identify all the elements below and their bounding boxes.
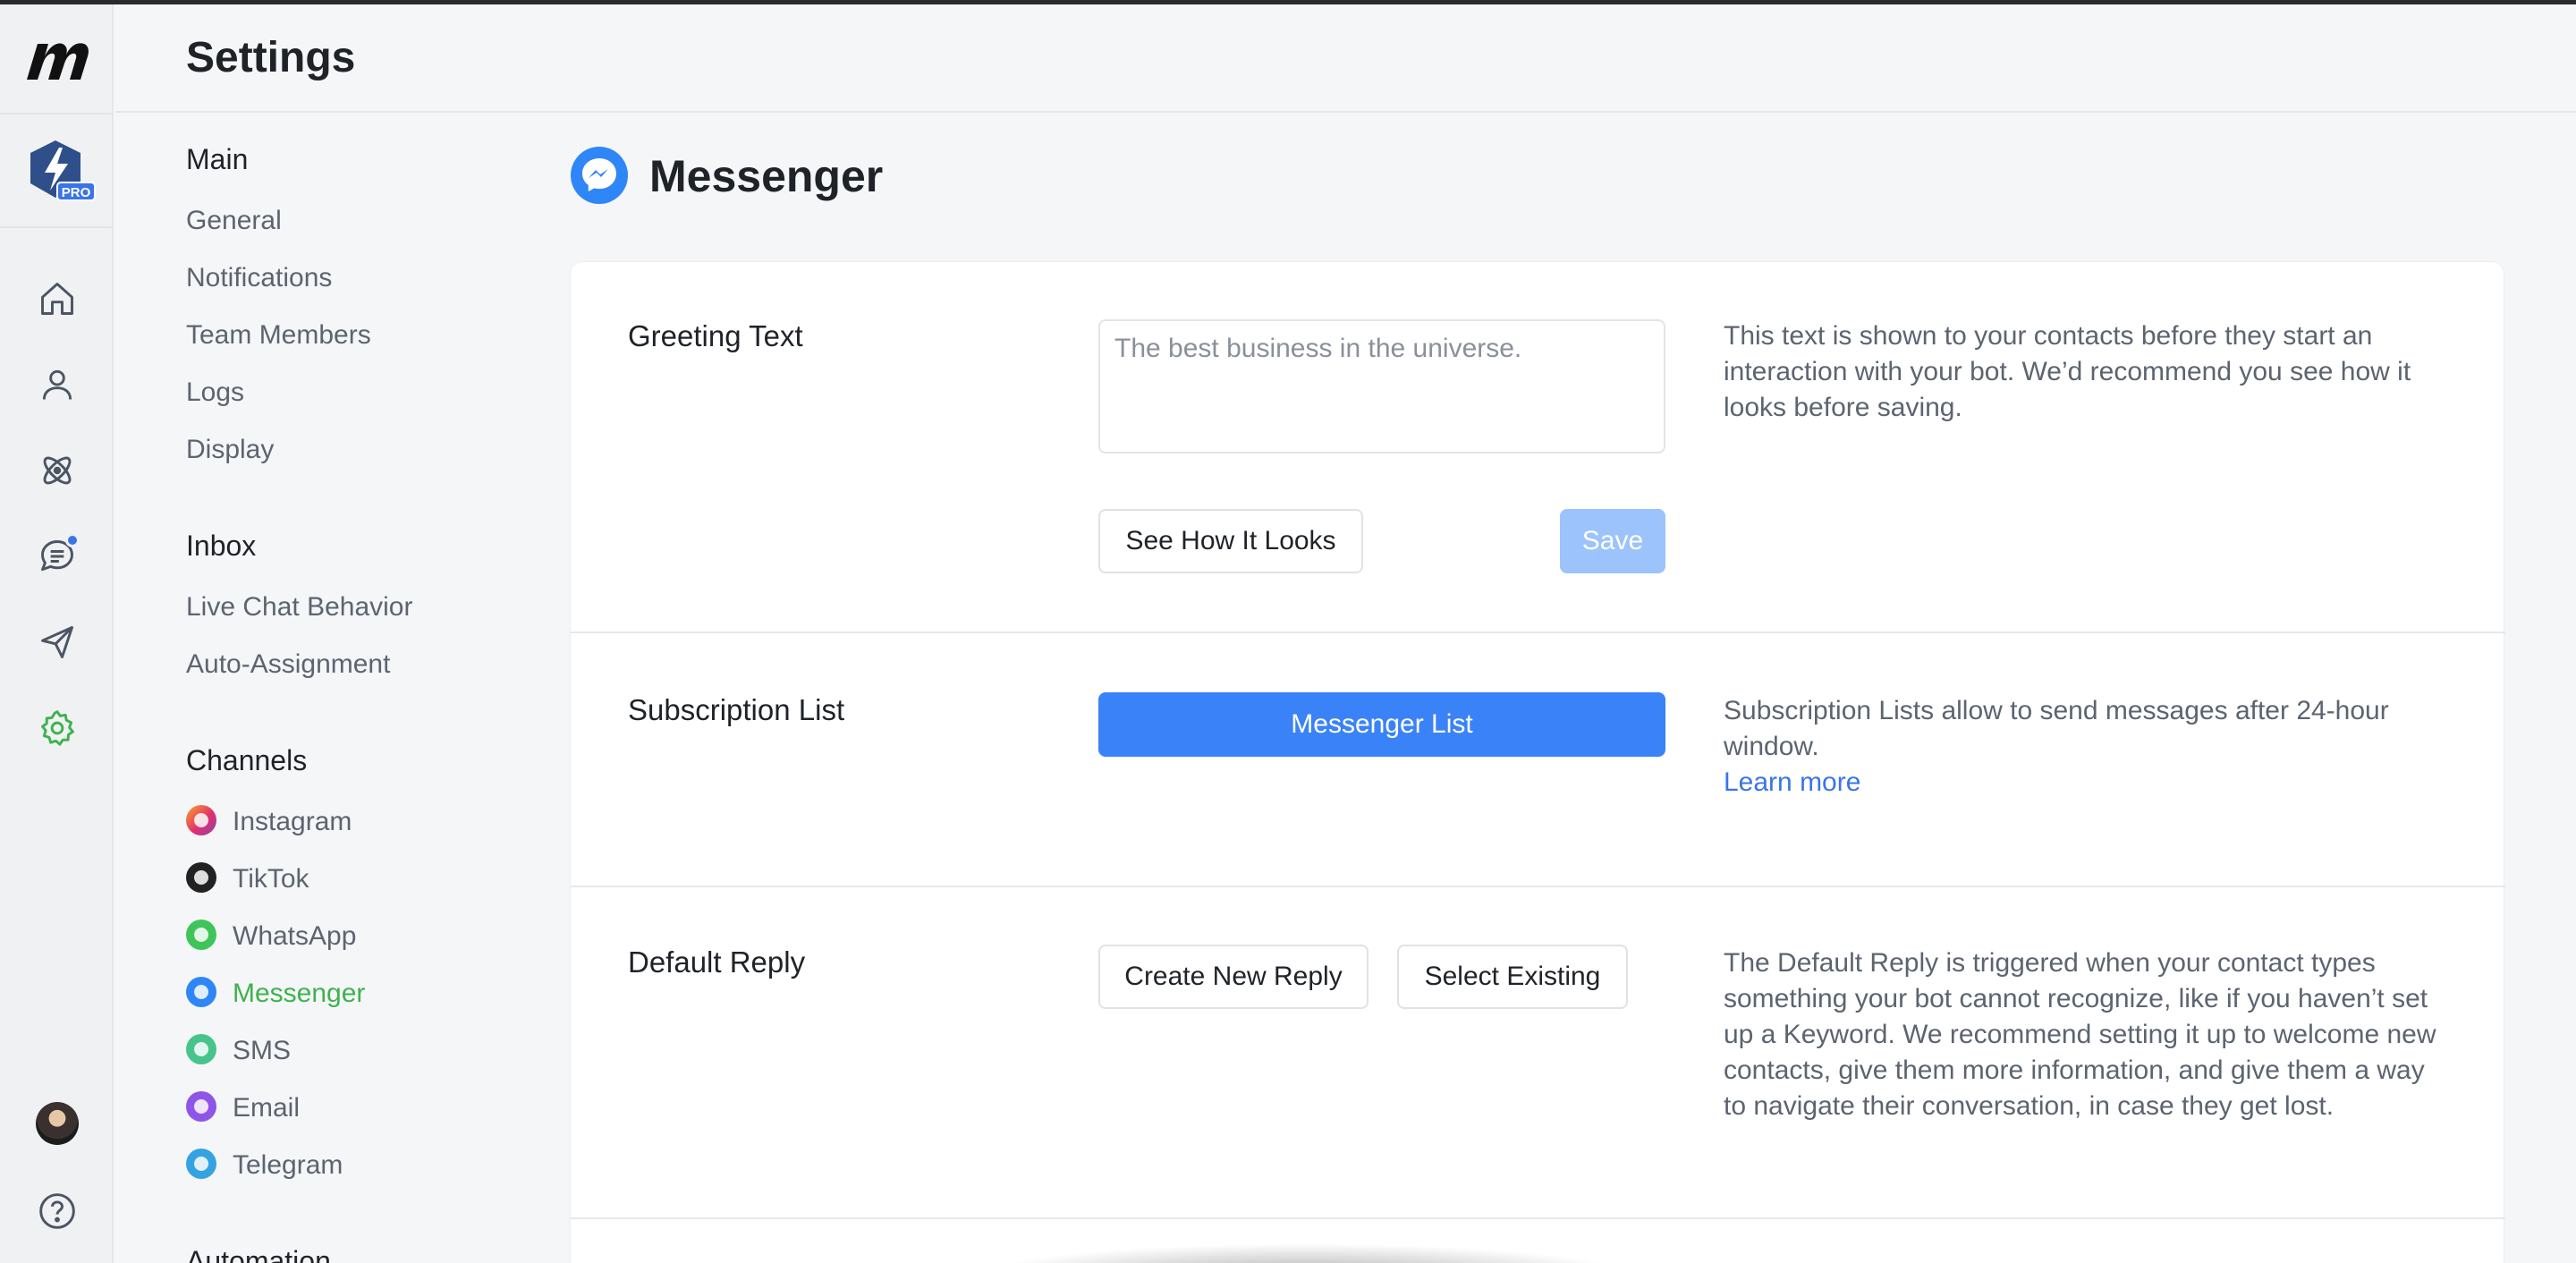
pro-badge: PRO (56, 182, 96, 201)
nav-item-label: Instagram (233, 807, 352, 836)
home-icon[interactable] (36, 277, 79, 320)
row-divider (571, 632, 2505, 633)
whatsapp-icon (186, 920, 216, 951)
nav-item-label: WhatsApp (233, 921, 357, 951)
messenger-settings-card: Greeting Text See How It Looks Save This… (570, 261, 2505, 1263)
automation-icon[interactable] (36, 449, 79, 492)
nav-item-sms[interactable]: SMS (186, 1034, 292, 1067)
nav-item-notifications[interactable]: Notifications (186, 263, 332, 293)
nav-item-label: SMS (233, 1036, 292, 1065)
nav-item-label: Telegram (233, 1150, 343, 1180)
messenger-list-button[interactable]: Messenger List (1098, 692, 1665, 757)
nav-item-live-chat-behavior[interactable]: Live Chat Behavior (186, 592, 412, 623)
messenger-icon (186, 977, 216, 1008)
nav-item-general[interactable]: General (186, 206, 282, 236)
nav-item-team-members[interactable]: Team Members (186, 320, 371, 351)
contacts-icon[interactable] (36, 363, 79, 406)
tiktok-icon (186, 862, 216, 894)
greeting-text-label: Greeting Text (628, 319, 803, 352)
subscription-list-help-text: Subscription Lists allow to send message… (1724, 696, 2389, 761)
help-icon[interactable] (36, 1190, 79, 1233)
nav-item-telegram[interactable]: Telegram (186, 1149, 343, 1182)
nav-item-label: Email (233, 1093, 301, 1123)
nav-item-messenger[interactable]: Messenger (186, 977, 366, 1010)
page-title: Settings (186, 34, 356, 81)
save-button[interactable]: Save (1560, 509, 1665, 573)
nav-group-inbox: Inbox (186, 530, 257, 562)
learn-more-link[interactable]: Learn more (1724, 765, 2439, 801)
page-header: Settings (115, 4, 2576, 113)
nav-item-instagram[interactable]: Instagram (186, 805, 352, 838)
subscription-list-help: Subscription Lists allow to send message… (1724, 693, 2439, 801)
messenger-icon (571, 147, 628, 204)
nav-item-display[interactable]: Display (186, 435, 274, 465)
create-new-reply-button[interactable]: Create New Reply (1098, 945, 1368, 1009)
icon-rail: PRO (0, 4, 114, 1263)
settings-icon[interactable] (36, 707, 79, 750)
nav-item-email[interactable]: Email (186, 1091, 301, 1124)
nav-group-automation: Automation (186, 1245, 331, 1263)
default-reply-label: Default Reply (628, 945, 806, 979)
subscription-list-label: Subscription List (628, 693, 845, 726)
nav-item-logs[interactable]: Logs (186, 377, 244, 408)
channel-title: Messenger (649, 151, 884, 201)
brand-logo-icon[interactable] (25, 38, 89, 83)
sms-icon (186, 1034, 216, 1065)
telegram-icon (186, 1149, 216, 1180)
default-reply-help: The Default Reply is triggered when your… (1724, 948, 2436, 1121)
rail-divider (0, 113, 114, 114)
row-divider (571, 886, 2505, 887)
nav-item-auto-assignment[interactable]: Auto-Assignment (186, 649, 390, 680)
notification-dot (65, 533, 80, 547)
rail-divider (0, 226, 114, 228)
nav-group-channels: Channels (186, 744, 308, 776)
greeting-text-input[interactable] (1098, 319, 1665, 453)
nav-item-label: Messenger (233, 979, 366, 1008)
select-existing-button[interactable]: Select Existing (1397, 945, 1628, 1009)
instagram-icon (186, 805, 216, 836)
floating-element-shadow (966, 1243, 1646, 1263)
see-how-it-looks-button[interactable]: See How It Looks (1098, 509, 1363, 573)
nav-item-label: TikTok (233, 864, 309, 894)
nav-group-main: Main (186, 143, 249, 175)
nav-item-tiktok[interactable]: TikTok (186, 862, 309, 895)
greeting-text-help: This text is shown to your contacts befo… (1724, 321, 2411, 422)
broadcast-icon[interactable] (36, 621, 79, 664)
row-divider (571, 1217, 2505, 1219)
email-icon (186, 1091, 216, 1123)
nav-item-whatsapp[interactable]: WhatsApp (186, 920, 357, 953)
user-avatar[interactable] (36, 1102, 79, 1145)
